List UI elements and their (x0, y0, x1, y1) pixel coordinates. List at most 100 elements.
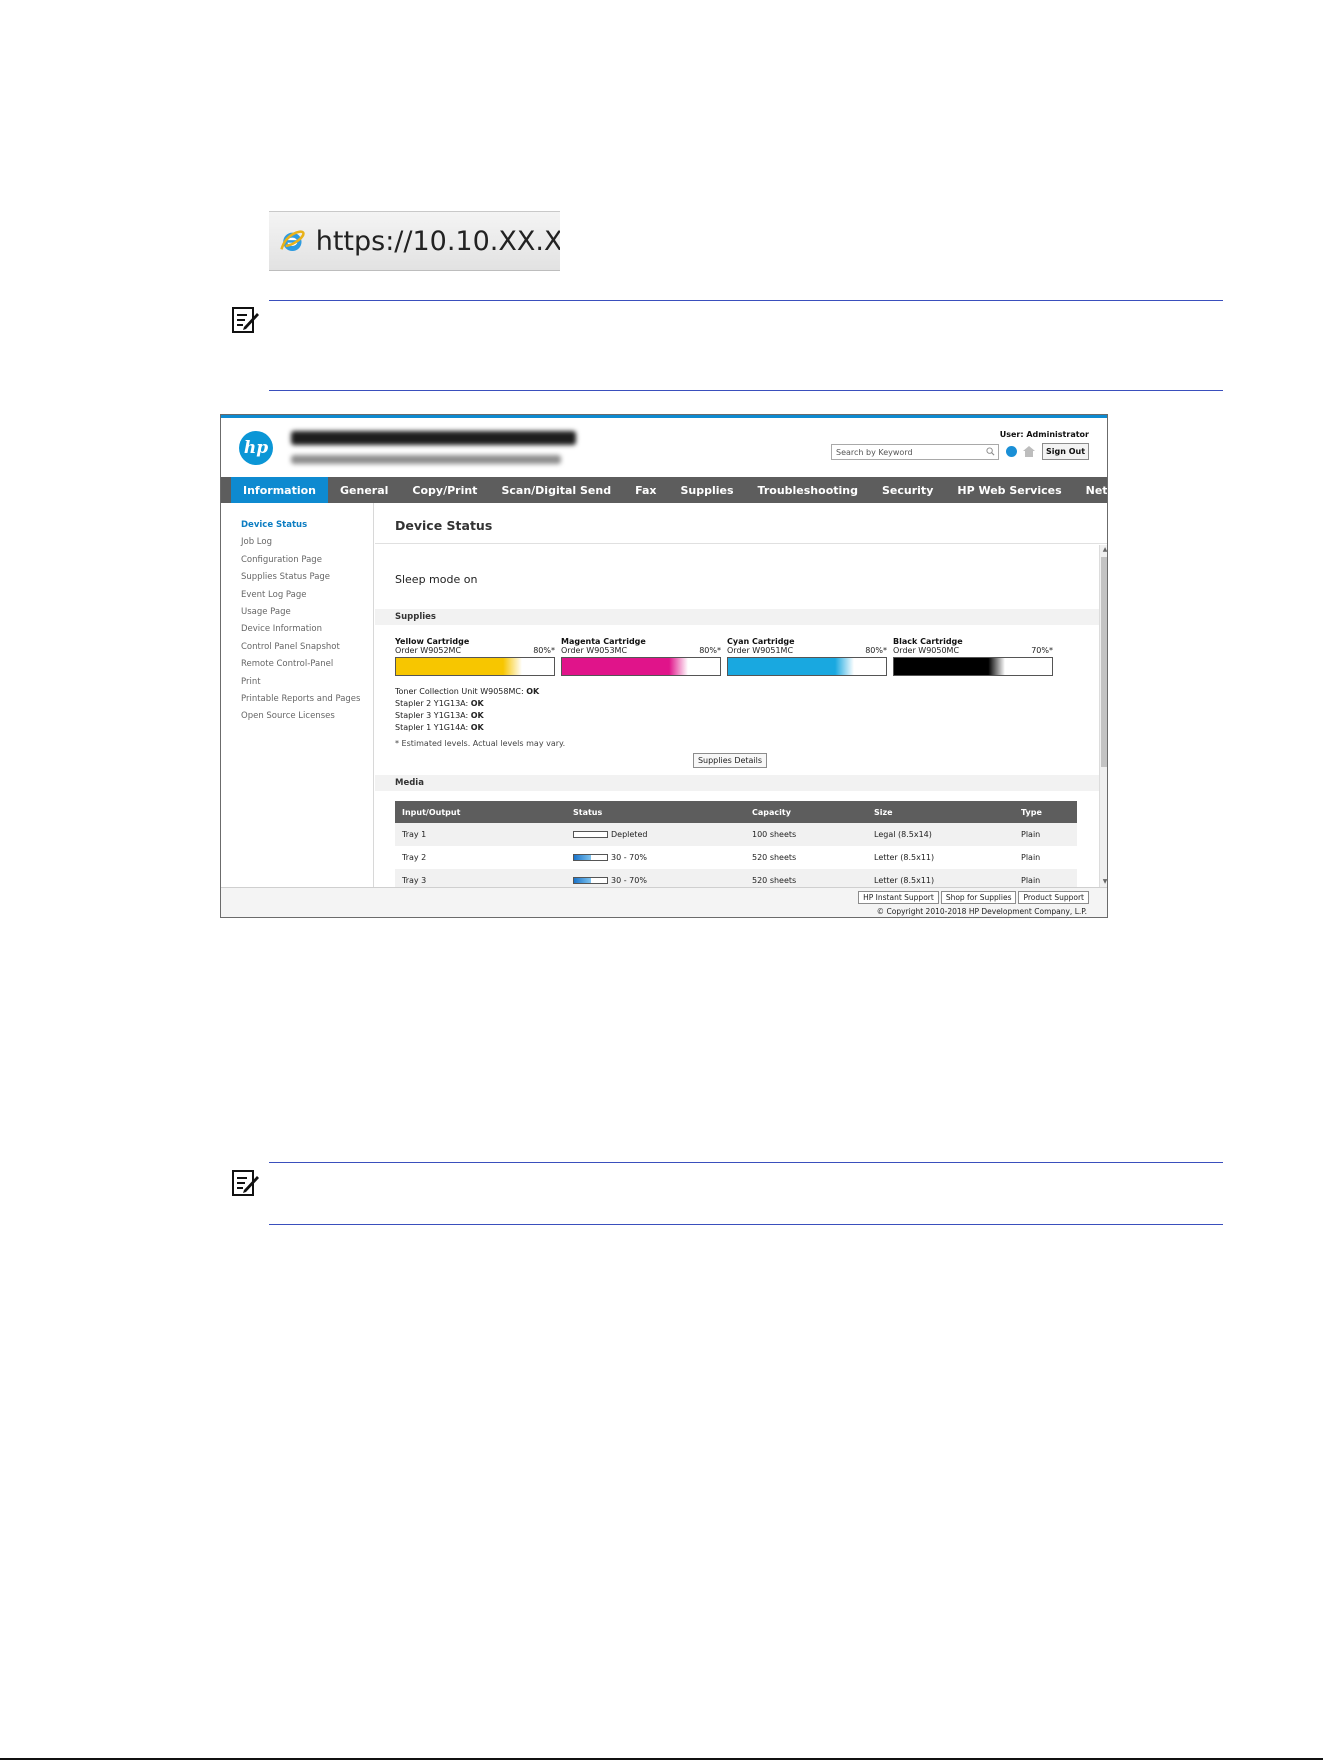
sidebar-item-job-log[interactable]: Job Log (221, 534, 373, 551)
tray-level-fill (574, 855, 591, 860)
cartridge-order: Order W9050MC (893, 646, 960, 655)
supply-status-line: Stapler 3 Y1G13A: OK (395, 711, 484, 720)
tray-capacity: 520 sheets (752, 853, 797, 862)
tray-size: Letter (8.5x11) (874, 853, 935, 862)
tab-troubleshooting[interactable]: Troubleshooting (746, 477, 870, 503)
footer-link-instant-support[interactable]: HP Instant Support (858, 891, 939, 904)
internet-explorer-icon (280, 230, 305, 252)
cartridge-level-fill (894, 658, 1005, 675)
scroll-thumb[interactable] (1101, 557, 1107, 767)
cartridge-name: Cyan Cartridge (727, 637, 795, 646)
tray-status: 30 - 70% (566, 869, 745, 887)
tab-copy-print[interactable]: Copy/Print (400, 477, 489, 503)
cartridge-order: Order W9051MC (727, 646, 794, 655)
cartridge-level-bar (893, 657, 1053, 676)
cartridge-level-fill (728, 658, 855, 675)
tab-security[interactable]: Security (870, 477, 945, 503)
sidebar-item-configuration-page[interactable]: Configuration Page (221, 552, 373, 569)
note-icon (232, 1170, 259, 1196)
supply-label: Toner Collection Unit W9058MC: (395, 687, 524, 696)
sidebar-item-supplies-status-page[interactable]: Supplies Status Page (221, 569, 373, 586)
tray-status-text: 30 - 70% (611, 876, 647, 885)
help-icon[interactable] (1006, 446, 1017, 457)
tab-hp-web-services[interactable]: HP Web Services (945, 477, 1073, 503)
scroll-up-arrow-icon[interactable]: ▲ (1101, 546, 1107, 554)
tray-type: Plain (1014, 869, 1077, 887)
cartridge-name: Black Cartridge (893, 637, 963, 646)
ews-screenshot: hp User: Administrator Search by Keyword… (220, 414, 1108, 918)
cartridge-level-bar (561, 657, 721, 676)
table-row: Tray 3 30 - 70% 520 sheets Letter (8.5x1… (395, 869, 1077, 887)
search-input[interactable]: Search by Keyword (831, 444, 999, 460)
tray-type: Plain (1021, 853, 1041, 862)
tab-scan-digital-send[interactable]: Scan/Digital Send (489, 477, 623, 503)
tab-networking[interactable]: Networking (1074, 477, 1107, 503)
cartridge-level: 80%* (533, 646, 555, 655)
sidebar-item-device-information[interactable]: Device Information (221, 621, 373, 638)
sidebar-item-device-status[interactable]: Device Status (221, 517, 373, 534)
estimate-note: * Estimated levels. Actual levels may va… (395, 739, 566, 748)
supply-label: Stapler 1 Y1G14A: (395, 723, 469, 732)
note-top-rule (269, 300, 1223, 301)
tray-size: Legal (8.5x14) (867, 823, 1014, 846)
sign-out-button[interactable]: Sign Out (1042, 443, 1089, 460)
note-top-rule (269, 1162, 1223, 1163)
cartridge-name: Yellow Cartridge (395, 637, 470, 646)
supply-status-line: Toner Collection Unit W9058MC: OK (395, 687, 539, 696)
cartridge-order: Order W9052MC (395, 646, 462, 655)
column-header: Type (1014, 801, 1077, 823)
sidebar-item-usage-page[interactable]: Usage Page (221, 604, 373, 621)
table-row: Tray 1 Depleted 100 sheets Legal (8.5x14… (395, 823, 1077, 846)
sidebar-item-print[interactable]: Print (221, 674, 373, 691)
tray-level-bar (573, 831, 608, 838)
address-url: https://10.10.XX.XXX/ (315, 225, 560, 257)
tab-general[interactable]: General (328, 477, 400, 503)
footer-link-product-support[interactable]: Product Support (1018, 891, 1089, 904)
supply-status: OK (526, 687, 540, 696)
content-scrollbar[interactable]: ▲ ▼ (1099, 545, 1107, 887)
tab-information[interactable]: Information (231, 477, 328, 503)
cartridge-level: 80%* (699, 646, 721, 655)
search-icon[interactable] (986, 447, 995, 456)
cartridge-black: Black Cartridge Order W9050MC 70%* (893, 637, 1053, 676)
supply-status-line: Stapler 1 Y1G14A: OK (395, 723, 484, 732)
tray-status-text: Depleted (611, 830, 648, 839)
sidebar-item-remote-control-panel[interactable]: Remote Control-Panel (221, 656, 373, 673)
scroll-down-arrow-icon[interactable]: ▼ (1101, 878, 1107, 886)
sidebar-item-event-log-page[interactable]: Event Log Page (221, 587, 373, 604)
cartridge-level: 80%* (865, 646, 887, 655)
home-icon[interactable] (1023, 446, 1035, 457)
tab-fax[interactable]: Fax (623, 477, 668, 503)
footer-link-shop-supplies[interactable]: Shop for Supplies (940, 891, 1017, 904)
tab-supplies[interactable]: Supplies (668, 477, 745, 503)
tray-type: Plain (1014, 823, 1077, 846)
supplies-section-header: Supplies (375, 609, 1099, 625)
hp-logo: hp (239, 431, 273, 465)
tray-level-bar (573, 854, 608, 861)
sidebar-item-printable-reports[interactable]: Printable Reports and Pages (221, 691, 373, 708)
tray-status: 30 - 70% (566, 846, 745, 869)
cartridge-yellow: Yellow Cartridge Order W9052MC 80%* (395, 637, 555, 676)
supply-status: OK (470, 723, 484, 732)
sidebar-item-open-source-licenses[interactable]: Open Source Licenses (221, 708, 373, 725)
tray-status-text: 30 - 70% (611, 853, 647, 862)
sidebar-item-control-panel-snapshot[interactable]: Control Panel Snapshot (221, 639, 373, 656)
cartridge-cyan: Cyan Cartridge Order W9051MC 80%* (727, 637, 887, 676)
column-header: Capacity (745, 801, 867, 823)
title-divider (375, 543, 1107, 544)
media-section-header: Media (375, 775, 1099, 791)
supply-status: OK (470, 711, 484, 720)
cartridge-magenta: Magenta Cartridge Order W9053MC 80%* (561, 637, 721, 676)
tray-capacity: 100 sheets (745, 823, 867, 846)
supply-label: Stapler 3 Y1G13A: (395, 711, 469, 720)
browser-address-bar[interactable]: https://10.10.XX.XXX/ (269, 211, 560, 271)
tray-status: Depleted (566, 823, 745, 846)
supplies-details-button[interactable]: Supplies Details (693, 753, 767, 768)
top-accent (221, 415, 1107, 418)
cartridge-order: Order W9053MC (561, 646, 628, 655)
supply-status: OK (470, 699, 484, 708)
user-label: User: Administrator (999, 430, 1089, 439)
table-row: Tray 2 30 - 70% 520 sheets Letter (8.5x1… (395, 846, 1077, 869)
supply-label: Stapler 2 Y1G13A: (395, 699, 469, 708)
device-name-blurred (291, 431, 576, 445)
